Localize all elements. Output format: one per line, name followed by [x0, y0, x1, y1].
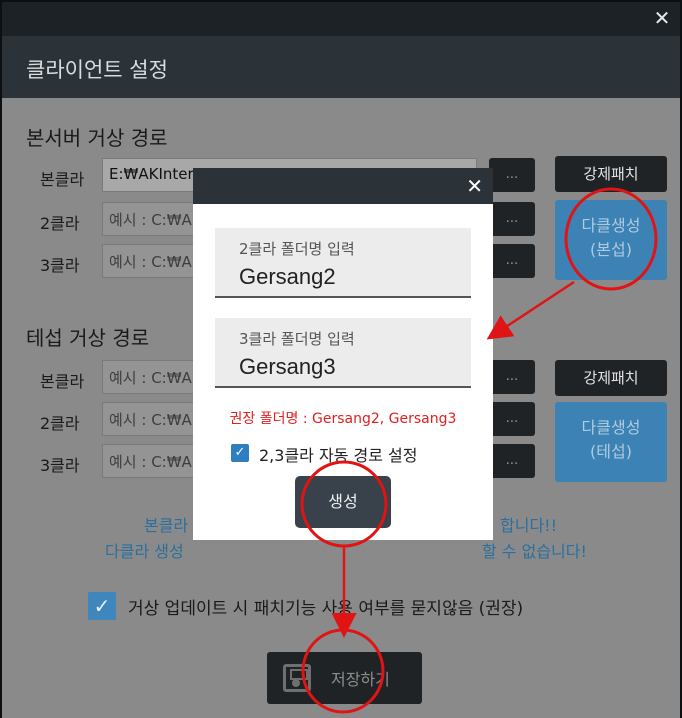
- main-row2-browse-button[interactable]: ...: [489, 202, 535, 236]
- main-row3-browse-button[interactable]: ...: [489, 244, 535, 278]
- skip-patch-label: 거상 업데이트 시 패치기능 사용 여부를 묻지않음 (권장): [128, 599, 524, 619]
- main-force-patch-button[interactable]: 강제패치: [555, 156, 667, 192]
- floppy-disk-icon: [283, 664, 311, 692]
- notice-line2-right: 할 수 없습니다!: [482, 542, 587, 561]
- client2-folder-field[interactable]: 2클라 폴더명 입력 Gersang2: [215, 228, 471, 298]
- client3-folder-input[interactable]: Gersang3: [239, 354, 336, 380]
- main-multi-create-button[interactable]: 다클생성 (본섭): [555, 200, 667, 280]
- auto-path-checkbox[interactable]: ✓: [231, 444, 249, 462]
- test-row1-browse-button[interactable]: ...: [489, 360, 535, 394]
- client2-folder-label: 2클라 폴더명 입력: [239, 240, 355, 258]
- test-row1-label: 본클라: [40, 372, 85, 391]
- notice-line1-right: 합니다!!: [500, 516, 557, 535]
- main-multi-create-line1: 다클생성: [581, 216, 641, 235]
- recommended-folder-names: 권장 폴더명 : Gersang2, Gersang3: [229, 411, 457, 427]
- notice-line1-left: 본클라: [144, 516, 189, 535]
- create-button[interactable]: 생성: [295, 476, 391, 528]
- client3-folder-label: 3클라 폴더명 입력: [239, 330, 355, 348]
- window-title: 클라이언트 설정: [26, 58, 168, 82]
- main-server-title: 본서버 거상 경로: [26, 126, 168, 150]
- main-row2-label: 2클라: [40, 214, 80, 233]
- test-force-patch-button[interactable]: 강제패치: [555, 360, 667, 396]
- client2-folder-input[interactable]: Gersang2: [239, 264, 336, 290]
- main-row1-label: 본클라: [40, 170, 85, 189]
- window-top-strip: ✕: [2, 2, 680, 36]
- save-button-label: 저장하기: [331, 670, 390, 689]
- skip-patch-checkbox[interactable]: ✓: [88, 592, 116, 620]
- notice-line2-left: 다클라 생성: [105, 542, 184, 561]
- test-row3-label: 3클라: [40, 456, 80, 475]
- test-multi-create-line1: 다클생성: [581, 418, 641, 437]
- save-button[interactable]: 저장하기: [267, 652, 422, 704]
- auto-path-label: 2,3클라 자동 경로 설정: [259, 446, 418, 465]
- test-row2-browse-button[interactable]: ...: [489, 402, 535, 436]
- main-multi-create-line2: (본섭): [590, 240, 632, 259]
- test-multi-create-line2: (테섭): [590, 442, 632, 461]
- folder-name-dialog: ✕ 2클라 폴더명 입력 Gersang2 3클라 폴더명 입력 Gersang…: [193, 168, 493, 540]
- test-row2-label: 2클라: [40, 414, 80, 433]
- main-row1-browse-button[interactable]: ...: [489, 158, 535, 192]
- test-multi-create-button[interactable]: 다클생성 (테섭): [555, 402, 667, 482]
- client3-folder-field[interactable]: 3클라 폴더명 입력 Gersang3: [215, 318, 471, 388]
- main-row3-label: 3클라: [40, 256, 80, 275]
- test-row3-browse-button[interactable]: ...: [489, 444, 535, 478]
- dialog-header: ✕: [193, 168, 493, 204]
- test-server-title: 테섭 거상 경로: [26, 326, 150, 350]
- close-icon[interactable]: ✕: [650, 6, 674, 30]
- title-bar: 클라이언트 설정: [2, 36, 680, 98]
- dialog-close-icon[interactable]: ✕: [466, 172, 483, 200]
